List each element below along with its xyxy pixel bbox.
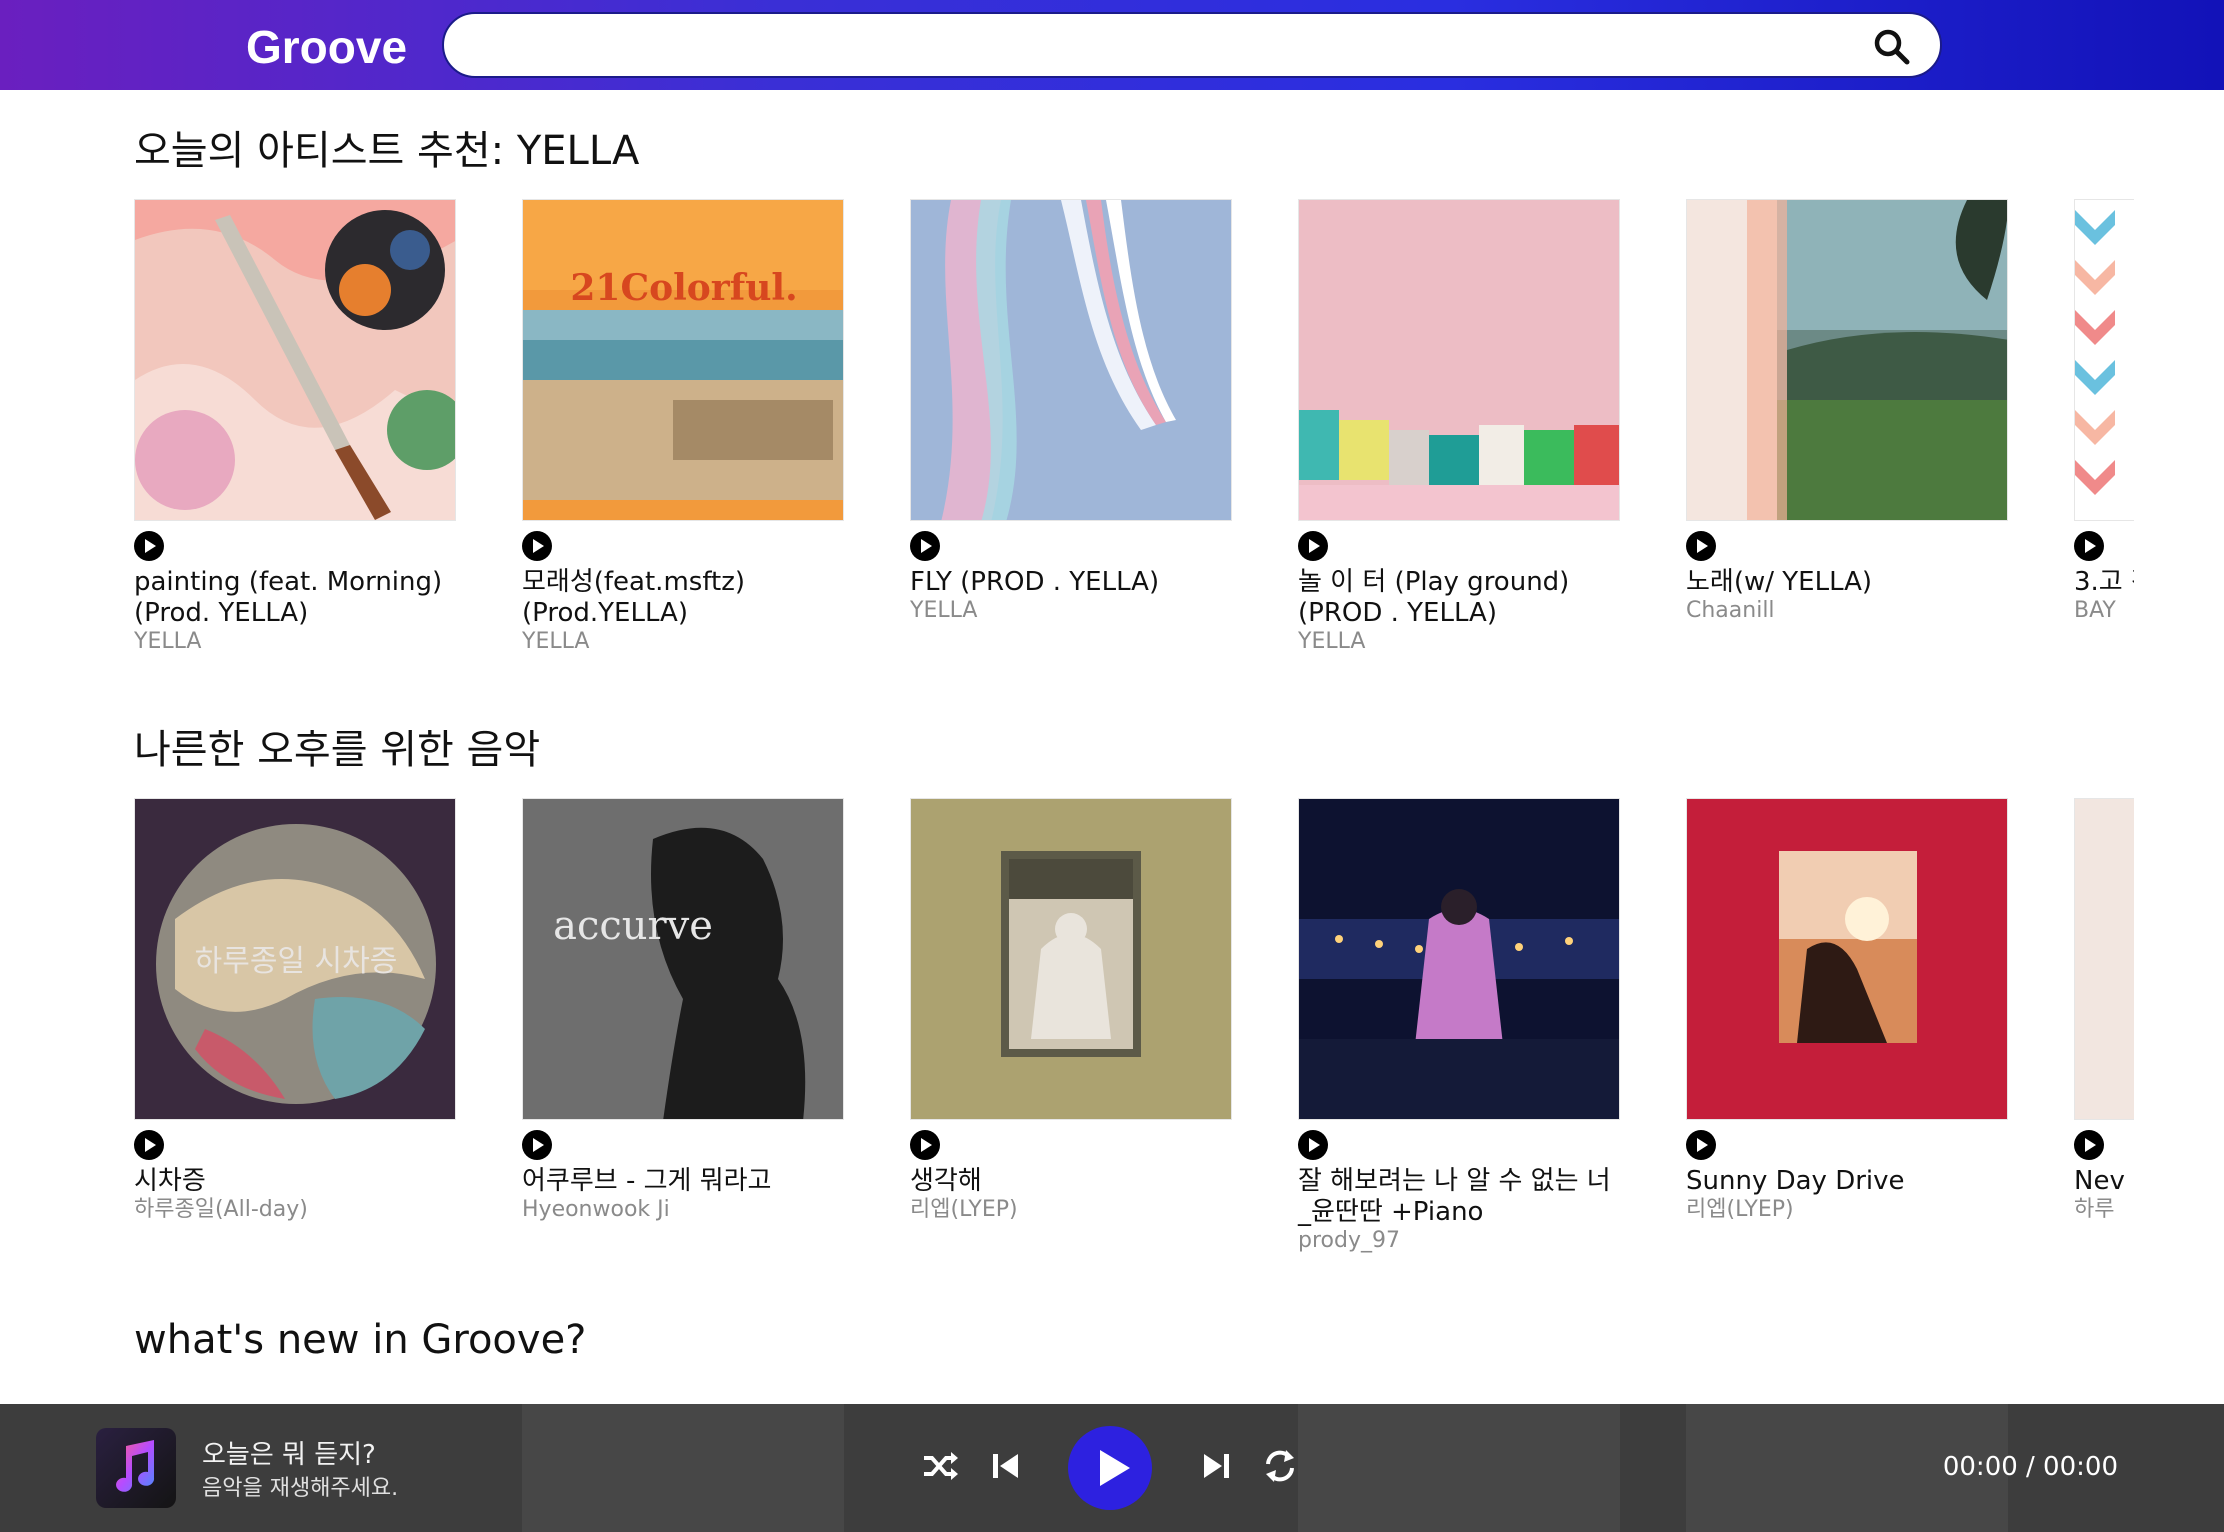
album-cover[interactable] xyxy=(1298,199,1620,521)
album-card[interactable]: 3.고 강디 BAY xyxy=(2074,199,2134,624)
album-artist[interactable]: YELLA xyxy=(1298,629,1620,655)
play-button[interactable] xyxy=(1686,1130,1716,1160)
album-artist[interactable]: YELLA xyxy=(522,629,844,655)
album-card[interactable]: painting (feat. Morning) (Prod. YELLA) Y… xyxy=(134,199,456,655)
play-icon xyxy=(1100,1450,1130,1486)
underlay-cover xyxy=(522,1404,844,1532)
play-button[interactable] xyxy=(910,1130,940,1160)
section-title-whats-new: what's new in Groove? xyxy=(134,1317,587,1363)
album-artist[interactable]: YELLA xyxy=(134,629,456,655)
play-button[interactable] xyxy=(1298,1130,1328,1160)
album-cover[interactable] xyxy=(2074,798,2134,1120)
album-artist[interactable]: 리엡(LYEP) xyxy=(910,1197,1232,1223)
album-title[interactable]: 모래성(feat.msftz) (Prod.YELLA) xyxy=(522,567,844,629)
album-cover[interactable] xyxy=(134,199,456,521)
play-button[interactable] xyxy=(134,531,164,561)
repeat-icon[interactable] xyxy=(1258,1444,1302,1488)
now-playing-title: 오늘은 뭐 듣지? xyxy=(202,1440,376,1470)
album-artist[interactable]: BAY xyxy=(2074,598,2134,624)
previous-icon[interactable] xyxy=(984,1444,1028,1488)
album-artist[interactable]: 하루종일(All-day) xyxy=(134,1197,456,1223)
album-card[interactable]: 놀 이 터 (Play ground) (PROD . YELLA) YELLA xyxy=(1298,199,1620,655)
album-card[interactable]: Sunny Day Drive 리엡(LYEP) xyxy=(1686,798,2008,1223)
play-button[interactable] xyxy=(910,531,940,561)
play-button[interactable] xyxy=(522,531,552,561)
album-artist[interactable]: prody_97 xyxy=(1298,1228,1620,1254)
album-card[interactable]: Nev 하루 xyxy=(2074,798,2134,1223)
afternoon-row: 하루종일 시차증 시차증 하루종일(All-day) accurve 어쿠루브 … xyxy=(134,798,2134,1278)
artist-pick-row: painting (feat. Morning) (Prod. YELLA) Y… xyxy=(134,199,2134,679)
search-icon[interactable] xyxy=(1872,27,1912,67)
album-cover[interactable] xyxy=(2074,199,2134,521)
play-pause-button[interactable] xyxy=(1068,1426,1152,1510)
section-title-artist-pick: 오늘의 아티스트 추천: YELLA xyxy=(134,128,640,174)
player-bar: 오늘은 뭐 듣지? 음악을 재생해주세요. 00:00 / 00:00 xyxy=(0,1404,2224,1532)
album-title[interactable]: 생각해 xyxy=(910,1166,1232,1197)
album-title[interactable]: FLY (PROD . YELLA) xyxy=(910,567,1232,598)
album-cover[interactable] xyxy=(1686,199,2008,521)
album-title[interactable]: 시차증 xyxy=(134,1166,456,1197)
album-artist[interactable]: 하루 xyxy=(2074,1197,2134,1223)
cover-text: accurve xyxy=(553,903,713,949)
album-title[interactable]: painting (feat. Morning) (Prod. YELLA) xyxy=(134,567,456,629)
album-cover[interactable] xyxy=(1298,798,1620,1120)
album-title[interactable]: 놀 이 터 (Play ground) (PROD . YELLA) xyxy=(1298,567,1620,629)
album-card[interactable]: 21Colorful. 모래성(feat.msftz) (Prod.YELLA)… xyxy=(522,199,844,655)
album-card[interactable]: FLY (PROD . YELLA) YELLA xyxy=(910,199,1232,624)
album-card[interactable]: 잘 해보려는 나 알 수 없는 너 _윤딴딴 +Piano prody_97 xyxy=(1298,798,1620,1254)
album-title[interactable]: Nev xyxy=(2074,1166,2134,1197)
section-title-afternoon: 나른한 오후를 위한 음악 xyxy=(134,727,541,773)
playback-time: 00:00 / 00:00 xyxy=(1942,1452,2118,1482)
album-title[interactable]: 노래(w/ YELLA) xyxy=(1686,567,2008,598)
search-bar[interactable] xyxy=(442,12,1942,78)
top-bar: Groove xyxy=(0,0,2224,90)
album-cover[interactable] xyxy=(1686,798,2008,1120)
play-button[interactable] xyxy=(1686,531,1716,561)
play-button[interactable] xyxy=(2074,531,2104,561)
cover-text: 하루종일 시차증 xyxy=(195,944,398,979)
album-card[interactable]: 노래(w/ YELLA) Chaanill xyxy=(1686,199,2008,624)
album-card[interactable]: 생각해 리엡(LYEP) xyxy=(910,798,1232,1223)
now-playing-subtitle: 음악을 재생해주세요. xyxy=(202,1476,399,1501)
album-artist[interactable]: Chaanill xyxy=(1686,598,2008,624)
play-button[interactable] xyxy=(1298,531,1328,561)
album-cover[interactable]: accurve xyxy=(522,798,844,1120)
play-button[interactable] xyxy=(2074,1130,2104,1160)
album-artist[interactable]: 리엡(LYEP) xyxy=(1686,1197,2008,1223)
album-cover[interactable]: 하루종일 시차증 xyxy=(134,798,456,1120)
next-icon[interactable] xyxy=(1194,1444,1238,1488)
album-card[interactable]: 하루종일 시차증 시차증 하루종일(All-day) xyxy=(134,798,456,1223)
music-note-icon xyxy=(96,1428,176,1508)
album-cover[interactable] xyxy=(910,199,1232,521)
play-button[interactable] xyxy=(134,1130,164,1160)
album-title[interactable]: 어쿠루브 - 그게 뭐라고 xyxy=(522,1166,844,1197)
album-title[interactable]: Sunny Day Drive xyxy=(1686,1166,2008,1197)
album-artist[interactable]: Hyeonwook Ji xyxy=(522,1197,844,1223)
search-input[interactable] xyxy=(474,22,1854,70)
album-artist[interactable]: YELLA xyxy=(910,598,1232,624)
album-cover[interactable]: 21Colorful. xyxy=(522,199,844,521)
album-title[interactable]: 3.고 강디 xyxy=(2074,567,2134,598)
cover-text: 21Colorful. xyxy=(570,267,797,309)
album-cover[interactable] xyxy=(910,798,1232,1120)
album-card[interactable]: accurve 어쿠루브 - 그게 뭐라고 Hyeonwook Ji xyxy=(522,798,844,1223)
shuffle-icon[interactable] xyxy=(918,1444,962,1488)
app-logo[interactable]: Groove xyxy=(246,20,407,74)
album-title[interactable]: 잘 해보려는 나 알 수 없는 너 _윤딴딴 +Piano xyxy=(1298,1166,1620,1228)
play-button[interactable] xyxy=(522,1130,552,1160)
underlay-cover xyxy=(1298,1404,1620,1532)
